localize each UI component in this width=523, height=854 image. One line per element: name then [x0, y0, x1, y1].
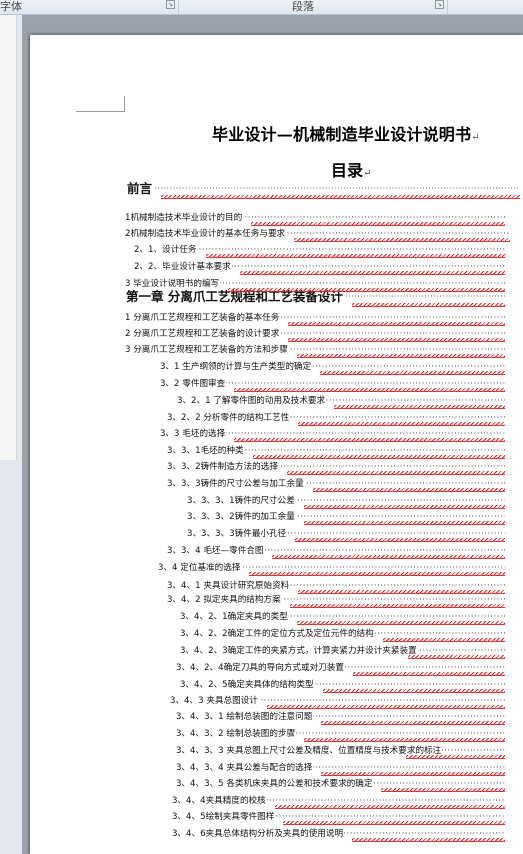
toc-entry-text: 2机械制造技术毕业设计的基本任务与要求	[125, 229, 287, 239]
document-subtitle[interactable]: 目录↵	[331, 157, 371, 181]
toc-entry-text: 3、4、4夹具精度的校核	[172, 796, 267, 806]
toc-entry-text: 3、3、3、3铸件最小孔径	[187, 529, 288, 539]
toc-entry-text: 3、4、2、4确定刀具的导向方式或对刀装置	[176, 663, 345, 673]
toc-entry-text: 3、3 毛坯的选择	[160, 429, 227, 439]
toc-entry-text: 3、4、3 夹具总图设计	[170, 696, 259, 706]
spelling-underline	[303, 505, 505, 509]
spelling-underline	[303, 521, 505, 525]
toc-entry-text: 3、3、4 毛坯—零件合图	[167, 546, 265, 556]
spelling-underline	[312, 488, 505, 492]
toc-entry-text: 3、4、3、4 夹具公差与配合的选择	[176, 763, 314, 773]
toc-entry-text: 2、1、设计任务	[134, 245, 198, 255]
spelling-underline	[295, 538, 505, 542]
spelling-underline	[381, 788, 505, 792]
spelling-underline	[321, 721, 505, 725]
spelling-underline	[274, 805, 505, 809]
spelling-underline	[406, 755, 505, 759]
toc-entry-text: 3、4、3、5 各类机床夹具的公差和技术要求的确定	[176, 779, 374, 789]
toc-entry-text: 3、1 生产纲领的计算与生产类型的确定	[160, 362, 313, 372]
spelling-underline	[286, 471, 505, 475]
spelling-underline	[352, 838, 505, 842]
ribbon-group-paragraph: 段落 ↘	[179, 0, 448, 14]
spelling-underline	[249, 572, 505, 576]
navigation-pane-panel	[0, 15, 17, 460]
spelling-underline	[321, 772, 505, 776]
spelling-underline	[296, 354, 505, 358]
toc-entry-text: 3、4、3、3 夹具总图上尺寸公差及精度、位置精度与技术要求的标注	[176, 746, 443, 756]
spelling-underline	[266, 705, 505, 709]
toc-entry-text: 2 分离爪工艺规程和工艺装备的设计要求	[125, 329, 281, 339]
document-title[interactable]: 毕业设计—机械制造毕业设计说明书↵	[212, 121, 480, 145]
toc-entry-text: 3、3、1毛坯的种类	[167, 446, 245, 456]
spelling-underline	[304, 738, 505, 742]
paragraph-dialog-launcher-icon[interactable]: ↘	[435, 0, 444, 9]
spelling-underline	[288, 322, 505, 326]
toc-entry-text: 3、4、2、5确定夹具体的结构类型	[180, 680, 315, 690]
spelling-underline	[382, 638, 505, 642]
toc-entry-text: 3、4、2、1确定夹具的类型	[180, 612, 289, 622]
spelling-underline	[234, 438, 505, 442]
paragraph-mark-icon: ↵	[471, 132, 480, 143]
toc-entry-text: 1机械制造技术毕业设计的目的	[125, 213, 244, 223]
toc-entry-text: 3、2 零件图审查	[160, 379, 227, 389]
toc-entry-text: 3、3、3铸件的尺寸公差与加工余量	[167, 479, 305, 489]
toc-entry-text: 3、4、5绘制夹具零件图样	[172, 812, 276, 822]
spelling-underline	[283, 821, 505, 825]
spelling-underline	[288, 338, 505, 342]
spelling-underline	[322, 689, 505, 693]
margin-corner-mark	[76, 96, 125, 112]
toc-entry-text: 3、2、1 了解零件图的动用及技术要求	[177, 396, 327, 406]
spelling-underline	[161, 195, 520, 199]
spelling-underline	[298, 422, 505, 426]
font-dialog-launcher-icon[interactable]: ↘	[166, 0, 175, 9]
spelling-underline	[298, 590, 505, 594]
toc-entry-text: 前言	[127, 181, 154, 196]
paragraph-mark-icon: ↵	[363, 168, 372, 179]
toc-entry-text: 3、4、1 夹具设计研究原始资料	[167, 581, 291, 591]
toc-entry-text: 3、4、2、3确定工件的夹紧方式，计算夹紧力并设计夹紧装置	[180, 646, 418, 656]
navigation-pane	[0, 15, 22, 854]
spelling-underline	[205, 254, 505, 258]
toc-entry-text: 3、3、3、2铸件的加工余量	[187, 512, 296, 522]
toc-entry-text: 2、2、毕业设计基本要求	[134, 262, 232, 272]
spelling-underline	[352, 672, 505, 676]
toc-entry-text: 3、4、2 拟定夹具的结构方案	[167, 595, 282, 605]
spelling-underline	[272, 555, 505, 559]
spelling-underline	[228, 288, 505, 292]
spelling-underline	[289, 604, 505, 608]
ribbon: 字体 ↘ 段落 ↘	[0, 0, 523, 15]
toc-entry-text: 3、4、3、2 绘制总装图的步骤	[176, 729, 297, 739]
toc-entry-text: 3、4 定位基准的选择	[158, 563, 242, 573]
toc-entry-text: 3、3、2铸件制造方法的选择	[167, 462, 279, 472]
toc-entry-text: 1 分离爪工艺规程和工艺装备的基本任务	[125, 313, 281, 323]
toc-entry-text: 3、4、3、1 绘制总装图的注意问题	[176, 712, 314, 722]
toc-entry-text: 3 毕业设计说明书的编写	[125, 279, 221, 289]
spelling-underline	[234, 388, 505, 392]
spelling-underline	[251, 222, 505, 226]
ribbon-group-font-label: 字体	[0, 0, 22, 13]
spelling-underline	[252, 455, 505, 459]
toc-entry-text: 3、2、2 分析零件的结构工艺性	[167, 413, 291, 423]
toc-entry-text: 3 分离爪工艺规程和工艺装备的方法和步骤	[125, 345, 289, 355]
spelling-underline	[351, 303, 505, 307]
ribbon-group-styles	[448, 0, 523, 14]
toc-entry-text: 3、3、3、1铸件的尺寸公差	[187, 496, 296, 506]
spelling-underline	[320, 371, 505, 375]
spelling-underline	[334, 405, 505, 409]
document-subtitle-text: 目录	[331, 161, 364, 180]
toc-entry-text: 3、4、6夹具总体结构分析及夹具的使用说明	[172, 829, 345, 839]
ribbon-group-paragraph-label: 段落	[292, 0, 314, 13]
ribbon-group-font: 字体 ↘	[0, 0, 179, 14]
spelling-underline	[294, 238, 510, 242]
toc-entry-text: 3、4、2、2确定工件的定位方式及定位元件的结构	[180, 629, 375, 639]
spelling-underline	[239, 271, 505, 275]
spelling-underline	[407, 655, 505, 659]
document-title-text: 毕业设计—机械制造毕业设计说明书	[212, 125, 472, 144]
spelling-underline	[296, 621, 505, 625]
